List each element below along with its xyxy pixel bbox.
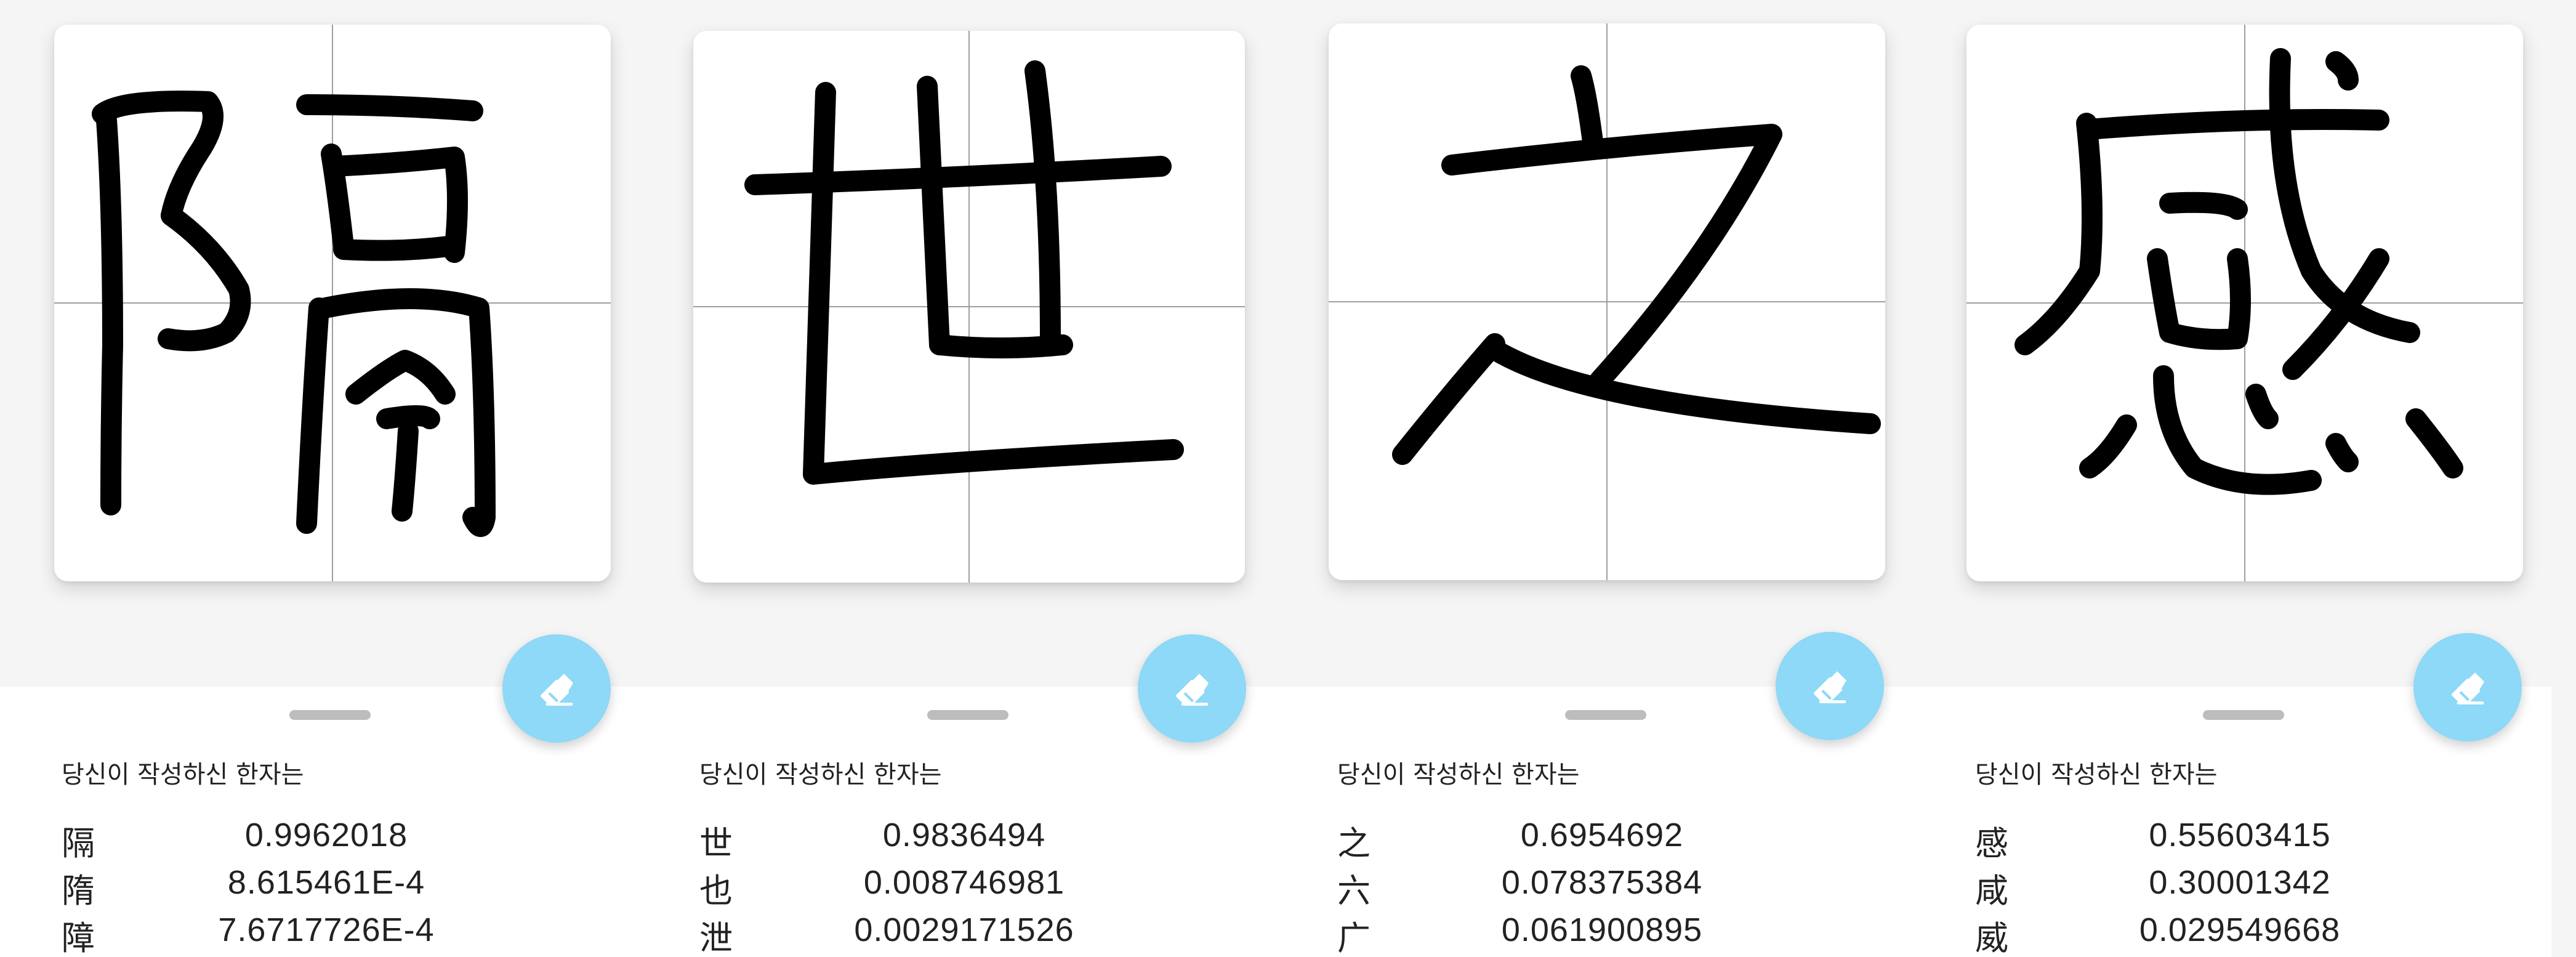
result-row[interactable]: 咸 0.30001342 [1975,863,2529,910]
erase-button[interactable] [1776,632,1884,740]
result-row[interactable]: 也 0.008746981 [699,863,1254,910]
sheet-drag-handle[interactable] [1565,710,1646,720]
result-score: 0.029549668 [2139,911,2341,948]
result-row[interactable]: 感 0.55603415 [1975,816,2529,863]
eraser-icon [2451,672,2484,705]
result-char: 威 [1975,919,2008,957]
eraser-icon [1175,674,1209,706]
result-score: 0.9836494 [882,817,1046,854]
result-score: 0.061900895 [1501,911,1703,948]
recognizer-panel-2: 당신이 작성하신 한자는 世 0.9836494 也 0.008746981 泄… [638,0,1276,957]
result-row[interactable]: 威 0.029549668 [1975,911,2529,957]
handwritten-strokes [92,91,496,537]
result-row[interactable]: 之 0.6954692 [1337,816,1891,863]
recognizer-panel-4: 당신이 작성하신 한자는 感 0.55603415 咸 0.30001342 威… [1914,0,2551,957]
erase-button[interactable] [2413,633,2522,741]
result-char: 感 [1975,824,2008,863]
result-char: 广 [1337,919,1371,957]
result-score: 0.9962018 [244,817,408,854]
result-char: 泄 [699,919,733,957]
handwritten-strokes [744,60,1184,485]
eraser-icon [540,674,573,706]
result-row[interactable]: 障 7.6717726E-4 [62,911,616,957]
result-char: 世 [699,824,733,863]
result-char: 咸 [1975,871,2008,910]
eraser-icon [1813,671,1846,703]
drawing-canvas[interactable] [1966,25,2523,581]
result-char: 隋 [62,871,95,910]
result-char: 隔 [62,824,95,863]
result-char: 之 [1337,824,1371,863]
erase-button[interactable] [1138,634,1246,743]
sheet-title: 당신이 작성하신 한자는 [699,761,942,789]
result-score: 8.615461E-4 [227,864,425,901]
sheet-drag-handle[interactable] [2203,710,2284,720]
result-row[interactable]: 广 0.061900895 [1337,911,1891,957]
sheet-title: 당신이 작성하신 한자는 [62,761,304,789]
result-row[interactable]: 隔 0.9962018 [62,816,616,863]
result-row[interactable]: 隋 8.615461E-4 [62,863,616,910]
result-row[interactable]: 六 0.078375384 [1337,863,1891,910]
handwritten-strokes [1392,65,1881,465]
sheet-drag-handle[interactable] [927,710,1008,720]
recognizer-panel-3: 당신이 작성하신 한자는 之 0.6954692 六 0.078375384 广… [1276,0,1914,957]
sheet-title: 당신이 작성하신 한자는 [1975,761,2218,789]
sheet-title: 당신이 작성하신 한자는 [1337,761,1580,789]
result-char: 六 [1337,871,1371,910]
result-score: 0.0029171526 [854,911,1074,948]
sheet-drag-handle[interactable] [289,710,371,720]
result-score: 0.55603415 [2149,817,2331,854]
result-char: 障 [62,919,95,957]
app-root: 당신이 작성하신 한자는 隔 0.9962018 隋 8.615461E-4 障… [0,0,2576,957]
drawing-canvas[interactable] [54,25,611,581]
erase-button[interactable] [502,634,611,743]
result-score: 0.008746981 [863,864,1065,901]
handwritten-strokes [2015,48,2463,495]
result-score: 0.30001342 [2149,864,2331,901]
result-score: 7.6717726E-4 [218,911,435,948]
result-char: 也 [699,871,733,910]
drawing-canvas[interactable] [693,31,1245,583]
result-score: 0.078375384 [1501,864,1703,901]
drawing-canvas[interactable] [1329,23,1885,580]
result-row[interactable]: 泄 0.0029171526 [699,911,1254,957]
recognizer-panel-1: 당신이 작성하신 한자는 隔 0.9962018 隋 8.615461E-4 障… [0,0,638,957]
result-row[interactable]: 世 0.9836494 [699,816,1254,863]
result-score: 0.6954692 [1520,817,1684,854]
